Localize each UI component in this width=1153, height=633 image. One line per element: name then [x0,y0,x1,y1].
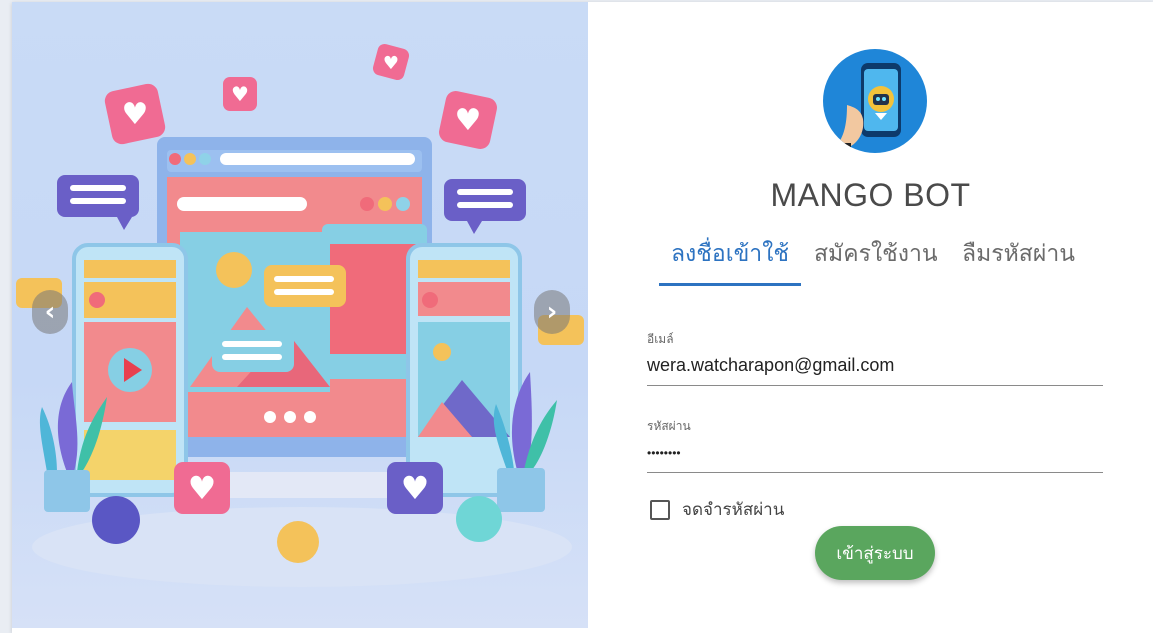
login-button[interactable]: เข้าสู่ระบบ [815,526,935,580]
password-label: รหัสผ่าน [647,419,691,433]
carousel-next-button[interactable]: › [534,290,570,334]
svg-text:♥: ♥ [455,103,482,138]
password-input[interactable]: •••••••• [647,442,1103,473]
remember-checkbox[interactable] [650,499,670,520]
robot-phone-icon [837,63,901,151]
login-card: ♥ ♥ ♥ ♥ ♥ ♥ ‹ › MANGO BOT ลงชื่อเข้าใช้ … [12,2,1153,633]
email-label: อีเมล์ [647,332,674,346]
tab-login[interactable]: ลงชื่อเข้าใช้ [659,234,801,286]
tab-register[interactable]: สมัครใช้งาน [814,234,938,286]
svg-text:♥: ♥ [231,82,249,106]
tab-forgot-password[interactable]: ลืมรหัสผ่าน [961,234,1076,286]
carousel-prev-button[interactable]: ‹ [32,290,68,334]
image-carousel: ♥ ♥ ♥ ♥ ♥ ♥ ‹ › [12,2,588,628]
chevron-left-icon: ‹ [44,297,56,327]
brand-name: MANGO BOT [770,177,971,213]
login-panel: MANGO BOT ลงชื่อเข้าใช้ สมัครใช้งาน ลืมร… [588,2,1153,633]
mango-bot-logo [823,49,927,153]
email-field[interactable]: อีเมล์ wera.watcharapon@gmail.com [647,330,1103,386]
svg-text:♥: ♥ [383,53,399,74]
svg-text:♥: ♥ [401,469,430,507]
password-field[interactable]: รหัสผ่าน •••••••• [647,417,1103,473]
remember-me[interactable]: จดจำรหัสผ่าน [650,496,784,523]
social-media-illustration: ♥ ♥ ♥ ♥ ♥ ♥ [16,43,584,587]
chevron-right-icon: › [546,297,558,327]
svg-text:♥: ♥ [188,469,217,507]
active-tab-indicator [659,283,801,286]
remember-label: จดจำรหัสผ่าน [682,500,785,520]
email-input[interactable]: wera.watcharapon@gmail.com [647,355,1103,386]
svg-text:♥: ♥ [122,97,149,132]
